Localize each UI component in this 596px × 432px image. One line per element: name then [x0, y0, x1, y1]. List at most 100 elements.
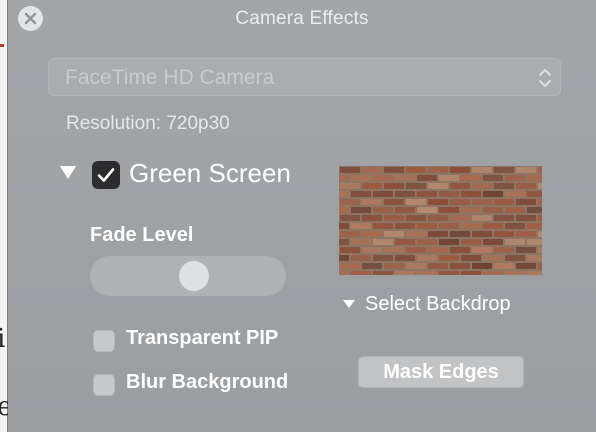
brick: [340, 231, 360, 237]
up-down-chevron-icon: [539, 69, 551, 87]
fade-level-label: Fade Level: [90, 224, 194, 246]
dropdown-triangle-icon: [343, 300, 355, 308]
brick: [384, 199, 404, 205]
brick: [428, 247, 448, 253]
brick: [417, 223, 437, 229]
brick: [339, 223, 349, 229]
brick: [505, 271, 525, 275]
brick: [384, 183, 404, 189]
brick: [538, 263, 542, 269]
brick: [538, 167, 542, 173]
select-backdrop-label: Select Backdrop: [365, 292, 511, 315]
brick: [362, 263, 382, 269]
brick: [516, 183, 536, 189]
brick: [439, 191, 459, 197]
brick: [340, 247, 360, 253]
brick: [472, 247, 492, 253]
brick: [351, 207, 371, 213]
brick: [516, 215, 536, 221]
brick: [373, 191, 393, 197]
transparent-pip-label: Transparent PIP: [126, 327, 279, 349]
brick: [450, 199, 470, 205]
select-backdrop-dropdown[interactable]: Select Backdrop: [343, 291, 511, 317]
brick: [472, 231, 492, 237]
brick: [339, 207, 349, 213]
blur-background-checkbox[interactable]: [93, 374, 115, 396]
brick: [483, 239, 503, 245]
brick: [538, 231, 542, 237]
brick: [384, 167, 404, 173]
brick: [494, 167, 514, 173]
brick: [395, 175, 415, 181]
brick: [417, 207, 437, 213]
brick: [428, 231, 448, 237]
brick: [483, 191, 503, 197]
brick: [450, 183, 470, 189]
brick: [406, 231, 426, 237]
brick: [339, 239, 349, 245]
brick: [472, 183, 492, 189]
brick: [494, 199, 514, 205]
brick: [351, 175, 371, 181]
brick: [450, 263, 470, 269]
brick: [339, 255, 349, 261]
brick: [527, 207, 542, 213]
brick: [417, 271, 437, 275]
brick: [395, 223, 415, 229]
brick: [461, 239, 481, 245]
brick: [428, 215, 448, 221]
brick: [439, 239, 459, 245]
brick: [339, 271, 349, 275]
transparent-pip-checkbox[interactable]: [93, 330, 115, 352]
brick: [505, 223, 525, 229]
background-window-glyph: i: [0, 324, 6, 354]
brick: [472, 167, 492, 173]
brick: [494, 215, 514, 221]
brick: [406, 215, 426, 221]
brick: [417, 191, 437, 197]
fade-level-slider-thumb[interactable]: [179, 261, 210, 291]
brick: [527, 255, 542, 261]
brick: [406, 247, 426, 253]
brick: [351, 239, 371, 245]
green-screen-checkbox[interactable]: [92, 161, 120, 189]
brick: [351, 271, 371, 275]
brick: [340, 263, 360, 269]
brick: [494, 263, 514, 269]
camera-select-value: FaceTime HD Camera: [65, 66, 275, 89]
brick: [362, 183, 382, 189]
brick: [384, 247, 404, 253]
brick: [516, 167, 536, 173]
mask-edges-button[interactable]: Mask Edges: [358, 356, 524, 388]
brick: [340, 167, 360, 173]
camera-select[interactable]: FaceTime HD Camera: [48, 58, 561, 96]
brick: [483, 223, 503, 229]
disclosure-triangle-icon[interactable]: [60, 166, 76, 179]
brick: [527, 175, 542, 181]
checkmark-icon: [97, 168, 115, 182]
brick: [406, 199, 426, 205]
brick: [428, 167, 448, 173]
brick: [373, 175, 393, 181]
brick: [461, 255, 481, 261]
brick: [538, 199, 542, 205]
brick: [450, 167, 470, 173]
brick: [461, 191, 481, 197]
brick: [362, 247, 382, 253]
brick: [417, 255, 437, 261]
brick: [505, 207, 525, 213]
brick-wall-backdrop-image: [339, 166, 542, 275]
brick: [373, 255, 393, 261]
brick: [384, 215, 404, 221]
brick: [461, 223, 481, 229]
brick: [472, 199, 492, 205]
brick: [527, 239, 542, 245]
brick: [384, 263, 404, 269]
brick: [406, 263, 426, 269]
brick: [483, 271, 503, 275]
brick: [516, 247, 536, 253]
backdrop-preview[interactable]: [339, 166, 542, 275]
brick: [362, 231, 382, 237]
fade-level-slider[interactable]: [90, 256, 286, 296]
brick: [351, 223, 371, 229]
